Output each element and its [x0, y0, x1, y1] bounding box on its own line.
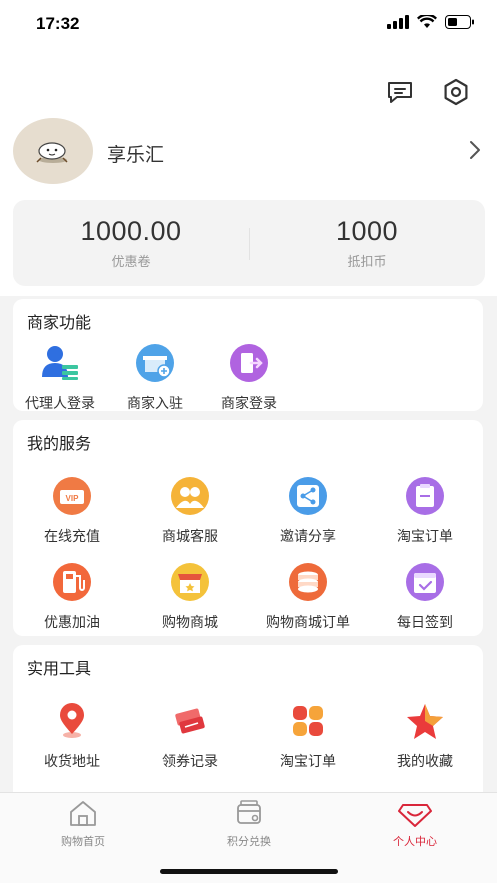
- taobao-order-button[interactable]: 淘宝订单: [367, 476, 483, 546]
- location-pin-icon: [60, 703, 84, 738]
- wifi-icon: [417, 15, 437, 28]
- coupon-records-label: 领券记录: [162, 754, 218, 770]
- online-recharge-button[interactable]: VIP 在线充值: [13, 476, 131, 546]
- merchant-join-label: 商家入驻: [127, 396, 183, 412]
- my-services-card: 我的服务 VIP 在线充值 商城客服 邀请分享 淘宝订单 优惠加油 购物商城 购…: [13, 420, 483, 636]
- tab-points-exchange-label: 积分兑换: [227, 835, 271, 848]
- store-icon: [171, 563, 209, 601]
- merchant-functions-card: 商家功能 代理人登录 商家入驻 商家登录: [13, 299, 483, 413]
- clover-icon: [293, 706, 323, 736]
- merchant-login-label: 商家登录: [221, 396, 277, 412]
- star-icon: [407, 704, 443, 739]
- daily-checkin-label: 每日签到: [397, 615, 453, 631]
- tab-personal-center-label: 个人中心: [393, 835, 437, 848]
- signal-icon: [387, 15, 409, 29]
- avatar-image: [36, 142, 68, 163]
- utility-tools-title: 实用工具: [27, 659, 92, 678]
- merchant-join-icon: [136, 344, 174, 382]
- merchant-functions-title: 商家功能: [27, 313, 92, 332]
- avatar[interactable]: [13, 118, 93, 184]
- deduction-coin-balance[interactable]: 1000 抵扣币: [249, 200, 485, 286]
- balance-panel: 1000.00 优惠卷 1000 抵扣币: [13, 200, 485, 286]
- fuel-discount-label: 优惠加油: [44, 615, 100, 631]
- taobao-order-tool-label: 淘宝订单: [280, 754, 336, 770]
- tab-points-exchange[interactable]: 积分兑换: [166, 799, 332, 849]
- mall-order-button[interactable]: 购物商城订单: [249, 562, 367, 632]
- vip-recharge-icon: VIP: [53, 477, 91, 515]
- customer-service-label: 商城客服: [162, 529, 218, 545]
- shopping-mall-button[interactable]: 购物商城: [131, 562, 249, 632]
- my-favorites-label: 我的收藏: [397, 754, 453, 770]
- online-recharge-label: 在线充值: [44, 529, 100, 545]
- svg-text:VIP: VIP: [66, 494, 80, 503]
- tab-shopping-home[interactable]: 购物首页: [0, 799, 166, 849]
- merchant-login-button[interactable]: 商家登录: [207, 343, 291, 413]
- deduction-coin-value: 1000: [335, 216, 399, 246]
- my-services-title: 我的服务: [27, 434, 92, 453]
- mall-order-label: 购物商城订单: [266, 615, 350, 631]
- shipping-address-button[interactable]: 收货地址: [13, 701, 131, 771]
- coupon-label: 优惠卷: [111, 255, 151, 270]
- tickets-icon: [175, 708, 205, 734]
- coupon-balance[interactable]: 1000.00 优惠卷: [13, 200, 249, 286]
- taobao-order-tool-button[interactable]: 淘宝订单: [249, 701, 367, 771]
- profile-diamond-icon: [398, 804, 432, 827]
- shipping-address-label: 收货地址: [44, 754, 100, 770]
- user-profile-row[interactable]: 享乐汇: [13, 118, 485, 184]
- share-icon: [289, 477, 327, 515]
- calendar-check-icon: [406, 563, 444, 601]
- home-icon: [70, 801, 96, 826]
- invite-share-button[interactable]: 邀请分享: [249, 476, 367, 546]
- my-favorites-button[interactable]: 我的收藏: [367, 701, 483, 771]
- tab-personal-center[interactable]: 个人中心: [332, 799, 497, 849]
- order-icon: [406, 477, 444, 515]
- fuel-discount-button[interactable]: 优惠加油: [13, 562, 131, 632]
- settings-icon[interactable]: [441, 77, 471, 107]
- shopping-mall-label: 购物商城: [162, 615, 218, 631]
- status-icons: [387, 15, 475, 29]
- taobao-order-label: 淘宝订单: [397, 529, 453, 545]
- merchant-join-button[interactable]: 商家入驻: [113, 343, 197, 413]
- battery-icon: [445, 15, 474, 29]
- invite-share-label: 邀请分享: [280, 529, 336, 545]
- daily-checkin-button[interactable]: 每日签到: [367, 562, 483, 632]
- chevron-right-icon[interactable]: [469, 140, 481, 160]
- agent-login-button[interactable]: 代理人登录: [13, 343, 107, 413]
- exchange-icon: [237, 800, 261, 824]
- status-bar: 17:32: [0, 0, 497, 50]
- coupon-records-button[interactable]: 领券记录: [131, 701, 249, 771]
- fuel-icon: [53, 563, 91, 601]
- customer-service-button[interactable]: 商城客服: [131, 476, 249, 546]
- coins-icon: [289, 563, 327, 601]
- user-name: 享乐汇: [107, 144, 165, 166]
- deduction-coin-label: 抵扣币: [347, 255, 387, 270]
- customer-service-icon: [171, 477, 209, 515]
- agent-login-icon: [42, 346, 78, 380]
- coupon-value: 1000.00: [80, 216, 182, 246]
- status-time: 17:32: [36, 14, 80, 33]
- utility-tools-card: 实用工具 收货地址 领券记录 淘宝订单 我的收藏: [13, 645, 483, 805]
- agent-login-label: 代理人登录: [25, 396, 95, 412]
- tab-shopping-home-label: 购物首页: [61, 835, 105, 848]
- merchant-login-icon: [230, 344, 268, 382]
- message-icon[interactable]: [385, 77, 415, 107]
- home-indicator: [160, 869, 338, 874]
- profile-header: 17:32 享乐汇 1000.00 优惠卷 1000 抵扣币: [0, 0, 497, 296]
